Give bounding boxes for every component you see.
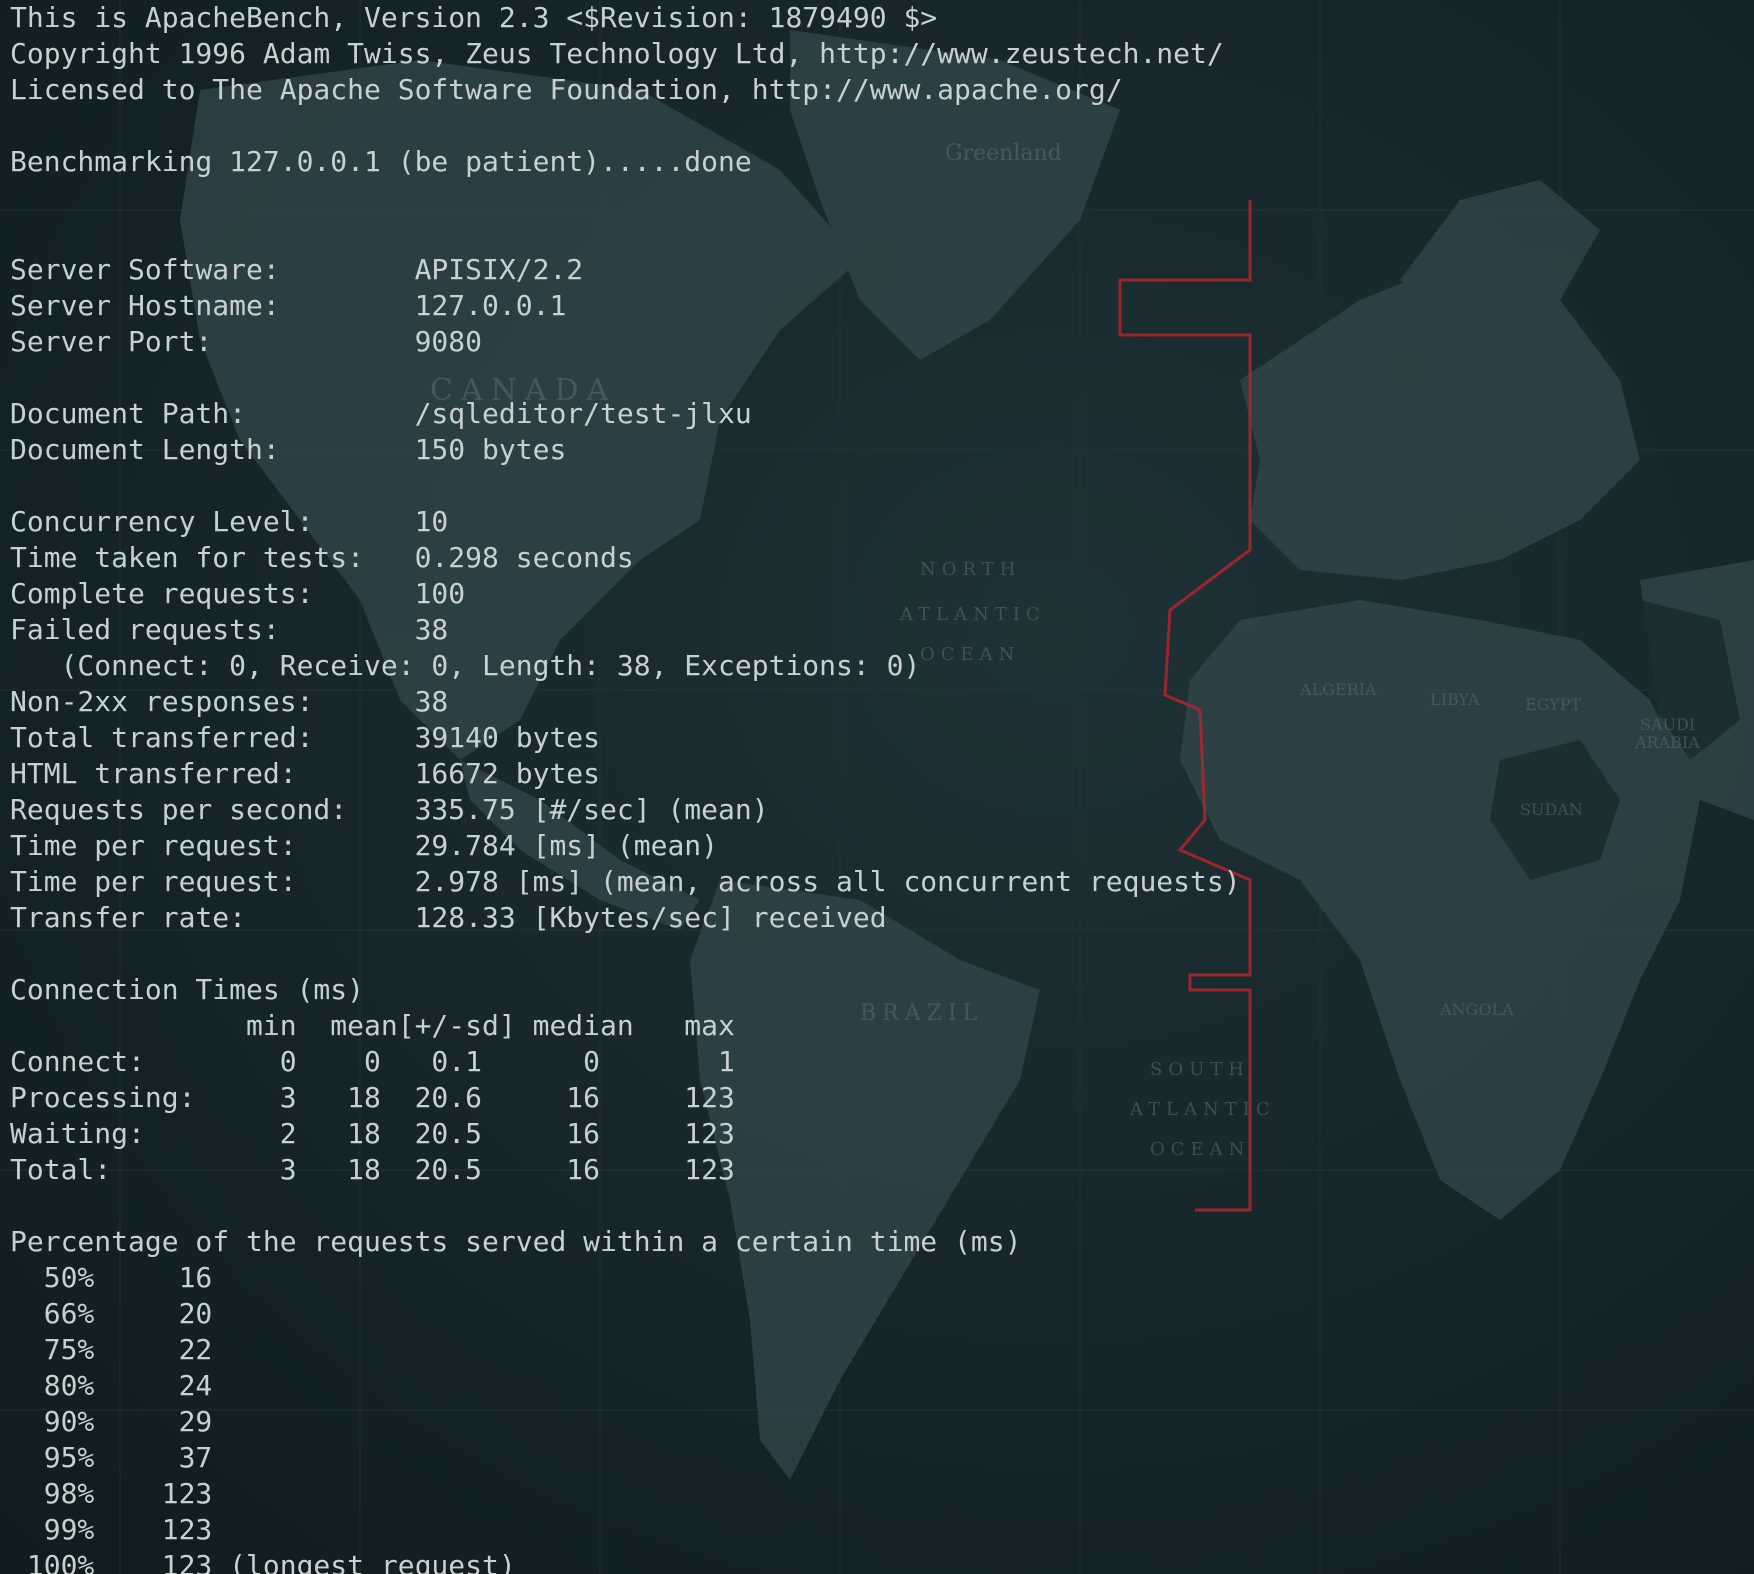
svg-text:ARABIA: ARABIA bbox=[1634, 733, 1700, 752]
terminal-line: Server Hostname: 127.0.0.1 bbox=[10, 289, 567, 322]
terminal-line: Waiting: 2 18 20.5 16 123 bbox=[10, 1117, 735, 1150]
terminal-line: 75% 22 bbox=[10, 1333, 213, 1366]
svg-text:ALGERIA: ALGERIA bbox=[1299, 680, 1377, 699]
terminal-line: This is ApacheBench, Version 2.3 <$Revis… bbox=[10, 1, 938, 34]
svg-text:LIBYA: LIBYA bbox=[1430, 690, 1480, 709]
terminal-line: Complete requests: 100 bbox=[10, 577, 466, 610]
terminal-line: Total: 3 18 20.5 16 123 bbox=[10, 1153, 735, 1186]
terminal-line: Percentage of the requests served within… bbox=[10, 1225, 1022, 1258]
terminal-line: Concurrency Level: 10 bbox=[10, 505, 449, 538]
terminal-line: Server Port: 9080 bbox=[10, 325, 483, 358]
svg-text:ANGOLA: ANGOLA bbox=[1439, 1000, 1514, 1019]
terminal-line: Benchmarking 127.0.0.1 (be patient).....… bbox=[10, 145, 752, 178]
terminal-line: Time taken for tests: 0.298 seconds bbox=[10, 541, 634, 574]
terminal-line: 100% 123 (longest request) bbox=[10, 1549, 516, 1574]
terminal-line: Copyright 1996 Adam Twiss, Zeus Technolo… bbox=[10, 37, 1224, 70]
terminal-line: Time per request: 2.978 [ms] (mean, acro… bbox=[10, 865, 1241, 898]
terminal-line: 95% 37 bbox=[10, 1441, 213, 1474]
terminal-line: (Connect: 0, Receive: 0, Length: 38, Exc… bbox=[10, 649, 921, 682]
terminal-window[interactable]: Greenland CANADA NORTH ATLANTIC OCEAN BR… bbox=[0, 0, 1754, 1574]
terminal-line: Server Software: APISIX/2.2 bbox=[10, 253, 584, 286]
terminal-line: 90% 29 bbox=[10, 1405, 213, 1438]
terminal-line: Failed requests: 38 bbox=[10, 613, 449, 646]
terminal-output: This is ApacheBench, Version 2.3 <$Revis… bbox=[10, 0, 1241, 1574]
terminal-line: 50% 16 bbox=[10, 1261, 213, 1294]
terminal-line: 80% 24 bbox=[10, 1369, 213, 1402]
terminal-line: Transfer rate: 128.33 [Kbytes/sec] recei… bbox=[10, 901, 887, 934]
terminal-line: min mean[+/-sd] median max bbox=[10, 1009, 735, 1042]
terminal-line: 98% 123 bbox=[10, 1477, 213, 1510]
terminal-line: 99% 123 bbox=[10, 1513, 213, 1546]
terminal-line: HTML transferred: 16672 bytes bbox=[10, 757, 601, 790]
terminal-line: Total transferred: 39140 bytes bbox=[10, 721, 601, 754]
terminal-line: Processing: 3 18 20.6 16 123 bbox=[10, 1081, 735, 1114]
svg-text:SUDAN: SUDAN bbox=[1520, 800, 1583, 819]
terminal-line: 66% 20 bbox=[10, 1297, 213, 1330]
svg-text:SAUDI: SAUDI bbox=[1640, 715, 1695, 734]
terminal-line: Connection Times (ms) bbox=[10, 973, 365, 1006]
terminal-line: Non-2xx responses: 38 bbox=[10, 685, 449, 718]
terminal-line: Requests per second: 335.75 [#/sec] (mea… bbox=[10, 793, 769, 826]
terminal-line: Document Path: /sqleditor/test-jlxu bbox=[10, 397, 752, 430]
svg-text:EGYPT: EGYPT bbox=[1525, 695, 1582, 714]
terminal-line: Connect: 0 0 0.1 0 1 bbox=[10, 1045, 735, 1078]
terminal-line: Time per request: 29.784 [ms] (mean) bbox=[10, 829, 719, 862]
terminal-line: Document Length: 150 bytes bbox=[10, 433, 567, 466]
terminal-line: Licensed to The Apache Software Foundati… bbox=[10, 73, 1123, 106]
